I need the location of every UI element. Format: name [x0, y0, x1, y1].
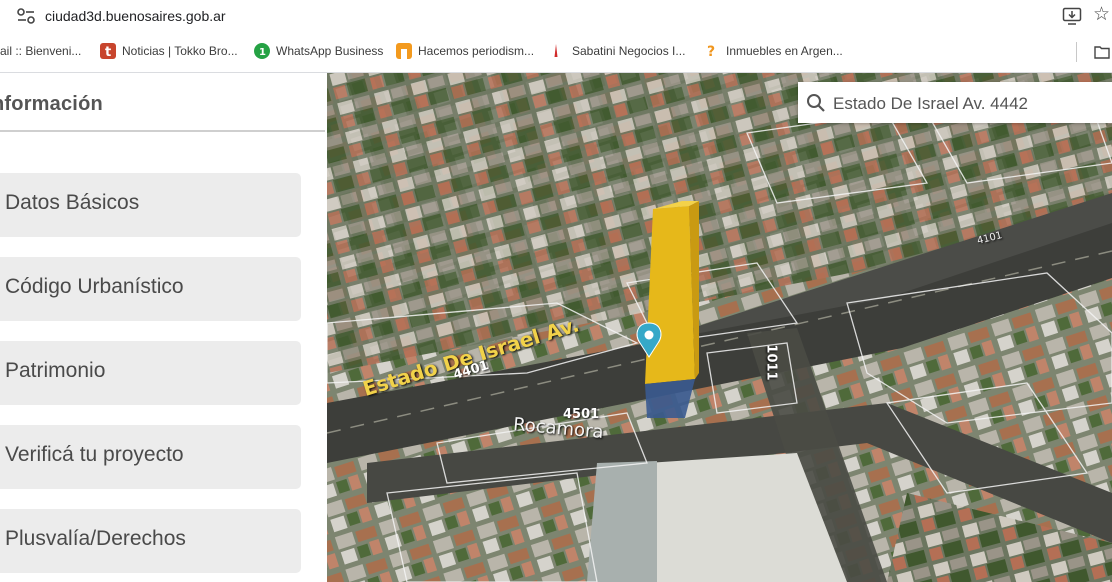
aerial-imagery — [327, 73, 1112, 582]
street-number-4501: 4501 — [563, 407, 600, 422]
panel-divider — [0, 130, 325, 132]
patrimonio-label: Patrimonio — [5, 359, 106, 382]
bookmark-star-icon[interactable]: ☆ — [1093, 3, 1110, 27]
install-app-icon[interactable] — [1062, 7, 1082, 25]
street-number-1011: 1011 — [763, 344, 779, 381]
url-text[interactable]: ciudad3d.buenosaires.gob.ar — [45, 8, 226, 24]
bookmark-inmuebles[interactable]: Inmuebles en Argen... — [726, 44, 843, 58]
sabatini-icon — [548, 43, 564, 59]
info-panel: nformación Datos Básicos Código Urbaníst… — [0, 73, 327, 582]
patrimonio-button[interactable]: Patrimonio — [0, 341, 301, 405]
map-3d-view[interactable]: Estado De Israel Av. 4401 Rocamora 4501 … — [327, 73, 1112, 582]
address-search-box[interactable] — [798, 82, 1112, 125]
datos-basicos-label: Datos Básicos — [5, 191, 140, 214]
svg-text:t: t — [105, 45, 111, 59]
plusvalia-derechos-button[interactable]: Plusvalía/Derechos — [0, 509, 301, 573]
panel-title: nformación — [0, 93, 103, 115]
svg-text:1: 1 — [259, 47, 266, 58]
site-info-icon[interactable] — [16, 7, 36, 25]
address-search-input[interactable] — [831, 82, 1105, 125]
svg-text:?: ? — [707, 44, 715, 59]
tokko-icon: t — [100, 43, 116, 60]
verifica-proyecto-label: Verificá tu proyecto — [5, 443, 184, 466]
inmuebles-icon: ? — [704, 43, 720, 60]
whatsapp-business-icon: 1 — [254, 43, 270, 59]
bookmark-whatsapp[interactable]: WhatsApp Business — [276, 44, 383, 58]
plusvalia-derechos-label: Plusvalía/Derechos — [5, 527, 186, 550]
codigo-urbanistico-button[interactable]: Código Urbanístico — [0, 257, 301, 321]
folder-icon[interactable] — [1094, 45, 1110, 59]
bookmark-periodismo[interactable]: Hacemos periodism... — [418, 44, 534, 58]
codigo-urbanistico-label: Código Urbanístico — [5, 275, 184, 298]
search-icon[interactable] — [806, 93, 826, 113]
address-bar[interactable]: ciudad3d.buenosaires.gob.ar ☆ — [0, 0, 1112, 32]
bookmarks-separator — [1076, 42, 1077, 62]
bookmark-sabatini[interactable]: Sabatini Negocios I... — [572, 44, 685, 58]
bookmarks-bar: ail :: Bienveni... t Noticias | Tokko Br… — [0, 32, 1112, 73]
bookmark-tokko[interactable]: Noticias | Tokko Bro... — [122, 44, 238, 58]
highlighted-lot-volume — [645, 206, 695, 384]
verifica-proyecto-button[interactable]: Verificá tu proyecto — [0, 425, 301, 489]
periodismo-icon — [396, 43, 412, 59]
datos-basicos-button[interactable]: Datos Básicos — [0, 173, 301, 237]
bookmark-mail[interactable]: ail :: Bienveni... — [0, 44, 81, 58]
